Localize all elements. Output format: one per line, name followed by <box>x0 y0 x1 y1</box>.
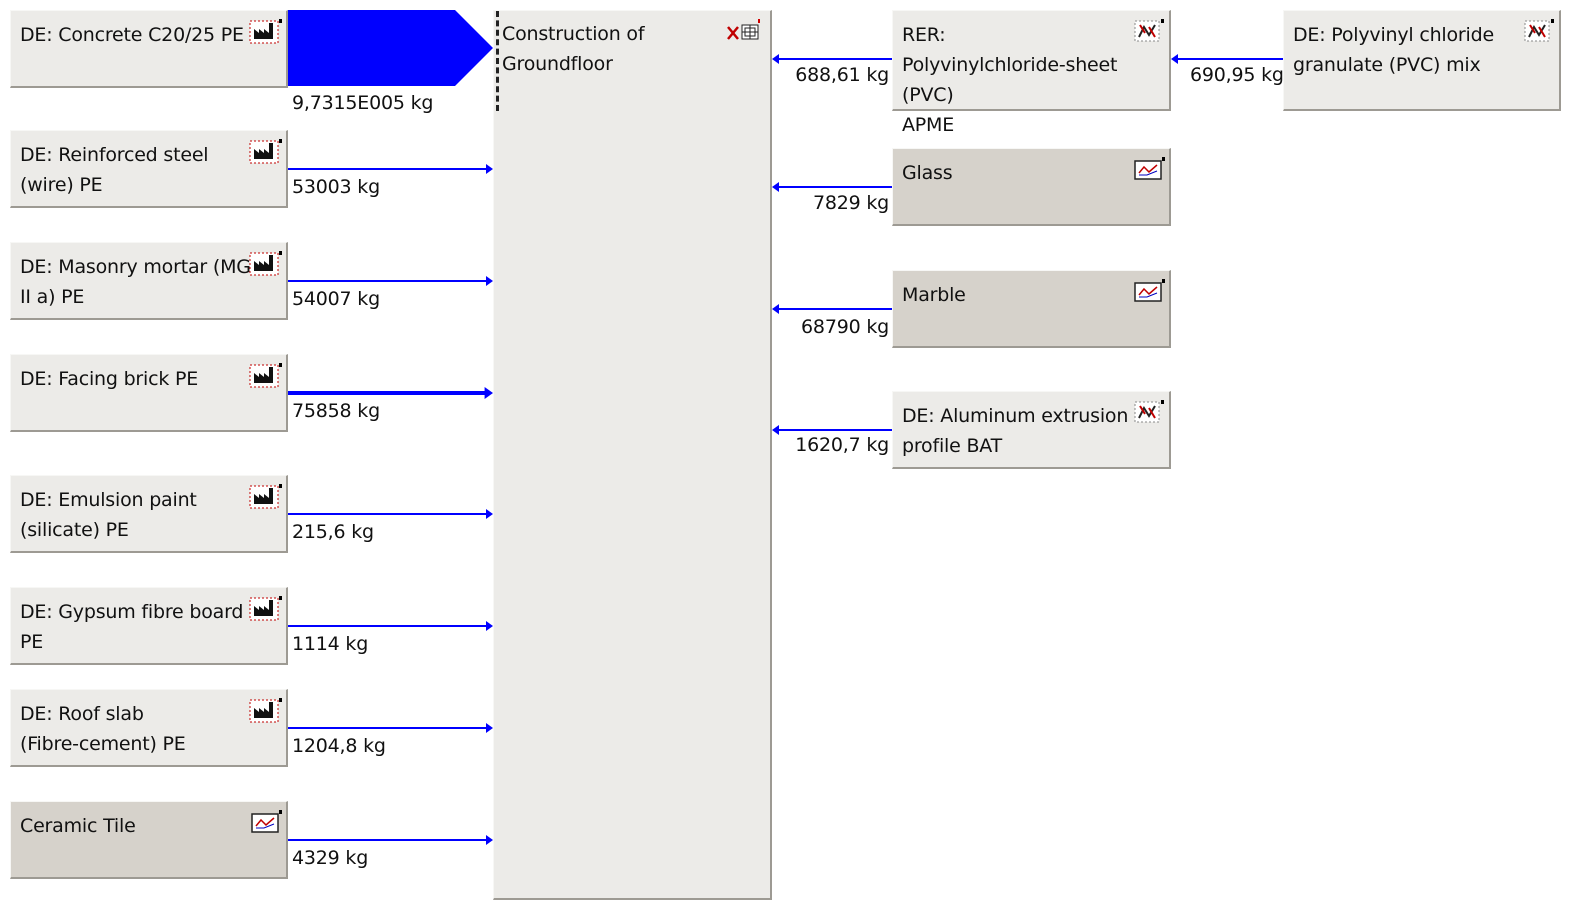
process-label: DE: Reinforced steel (wire) PE <box>20 144 209 196</box>
chart-icon <box>251 810 282 833</box>
process-de-masonry-mortar-mg-ii-a-pe[interactable]: DE: Masonry mortar (MG II a) PE <box>10 242 288 320</box>
process-pvc-granulate[interactable]: DE: Polyvinyl chloride granulate (PVC) m… <box>1283 10 1561 111</box>
aggregated-process-icon <box>1524 19 1554 42</box>
flow-arrow-concrete[interactable] <box>288 10 493 86</box>
process-ceramic-tile[interactable]: Ceramic Tile <box>10 801 288 879</box>
process-label: DE: Concrete C20/25 PE <box>20 24 244 46</box>
flow-label: 1204,8 kg <box>292 735 386 757</box>
aggregated-process-icon <box>1134 19 1164 42</box>
factory-icon <box>249 363 282 388</box>
factory-icon <box>249 484 282 509</box>
factory-icon <box>249 19 282 44</box>
flow-label: 1620,7 kg <box>795 434 889 456</box>
aggregated-process-icon <box>1134 400 1164 423</box>
process-label: Ceramic Tile <box>20 815 136 837</box>
process-de-concrete-c20-25-pe[interactable]: DE: Concrete C20/25 PE <box>10 10 288 88</box>
flow-arrow-head <box>1171 54 1178 64</box>
factory-icon <box>249 596 282 621</box>
factory-icon <box>249 698 282 723</box>
flow-label: 7829 kg <box>812 192 889 214</box>
flow-label: 54007 kg <box>292 288 380 310</box>
process-construction-of-groundfloor[interactable]: Construction of Groundfloor <box>493 10 772 900</box>
process-de-aluminum-extrusion-profile-bat[interactable]: DE: Aluminum extrusion profile BAT <box>892 391 1171 469</box>
process-de-roof-slab-fibre-cement-pe[interactable]: DE: Roof slab (Fibre-cement) PE <box>10 689 288 767</box>
process-de-emulsion-paint-silicate-pe[interactable]: DE: Emulsion paint (silicate) PE <box>10 475 288 553</box>
process-label: DE: Facing brick PE <box>20 368 199 390</box>
process-label: DE: Polyvinyl chloride granulate (PVC) m… <box>1293 24 1494 76</box>
process-label: RER: Polyvinylchloride-sheet (PVC) APME <box>902 24 1118 136</box>
process-rer-polyvinylchloride-sheet-pvc-apme[interactable]: RER: Polyvinylchloride-sheet (PVC) APME <box>892 10 1171 136</box>
flow-arrow-head <box>772 54 779 64</box>
flow-label: 1114 kg <box>292 633 369 655</box>
process-label: Construction of Groundfloor <box>502 23 645 75</box>
flow-arrow-head <box>486 164 493 174</box>
process-label: DE: Emulsion paint (silicate) PE <box>20 489 197 541</box>
process-label: Glass <box>902 162 953 184</box>
flow-arrow-head <box>486 835 493 845</box>
process-de-gypsum-fibre-board-pe[interactable]: DE: Gypsum fibre board PE <box>10 587 288 665</box>
chart-icon <box>1134 157 1165 180</box>
flow-arrow-head <box>486 509 493 519</box>
flow-arrow-head <box>486 723 493 733</box>
flow-label-pvc-granulate: 690,95 kg <box>1190 64 1284 86</box>
flow-arrow-head <box>484 387 493 399</box>
process-label: DE: Gypsum fibre board PE <box>20 601 244 653</box>
flow-arrow-head <box>486 621 493 631</box>
process-glass[interactable]: Glass <box>892 148 1171 226</box>
flow-label: 215,6 kg <box>292 521 374 543</box>
process-label: DE: Aluminum extrusion profile BAT <box>902 405 1129 457</box>
process-marble[interactable]: Marble <box>892 270 1171 348</box>
flow-label: 68790 kg <box>801 316 889 338</box>
factory-icon <box>249 139 282 164</box>
flow-label: 75858 kg <box>292 400 380 422</box>
flow-arrow-head <box>486 276 493 286</box>
flow-arrow-head <box>772 304 779 314</box>
process-label: Marble <box>902 284 966 306</box>
flow-label: 9,7315E005 kg <box>292 92 434 114</box>
process-de-reinforced-steel-wire-pe[interactable]: DE: Reinforced steel (wire) PE <box>10 130 288 208</box>
process-de-facing-brick-pe[interactable]: DE: Facing brick PE <box>10 354 288 432</box>
factory-icon <box>249 251 282 276</box>
flow-label: 53003 kg <box>292 176 380 198</box>
chart-icon <box>1134 279 1165 302</box>
flow-arrow-head <box>772 425 779 435</box>
process-label: DE: Roof slab (Fibre-cement) PE <box>20 703 186 755</box>
flow-arrow-head <box>772 182 779 192</box>
process-plan-icon <box>727 19 760 40</box>
process-label: DE: Masonry mortar (MG II a) PE <box>20 256 251 308</box>
flow-label: 688,61 kg <box>795 64 889 86</box>
flow-label: 4329 kg <box>292 847 369 869</box>
